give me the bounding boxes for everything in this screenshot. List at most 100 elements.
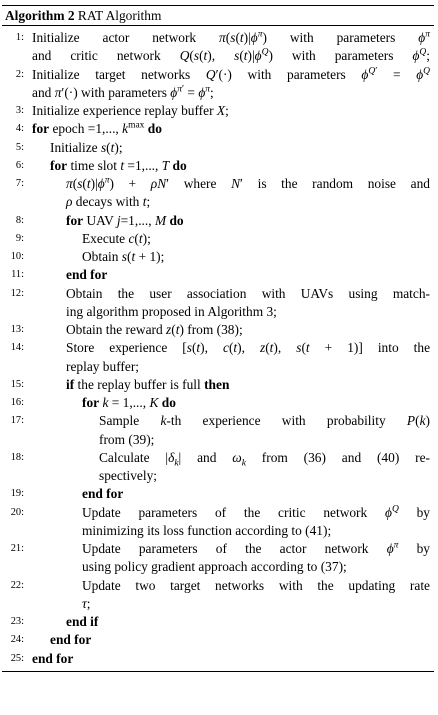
line-text: for k = 1,..., K do bbox=[82, 395, 176, 410]
line-text: end for bbox=[82, 486, 124, 502]
line-text: Obtain s(t + 1); bbox=[82, 249, 165, 264]
line-text: Initialize actor network π(s(t)|ϕπ) with… bbox=[32, 29, 430, 45]
line-number: 18: bbox=[10, 451, 24, 463]
line-text: ing algorithm proposed in Algorithm 3; bbox=[66, 303, 277, 319]
line-text: end for bbox=[50, 632, 92, 648]
algorithm-line: 2: Initialize target networks Q′(·) with… bbox=[2, 66, 434, 84]
line-text: minimizing its loss function according t… bbox=[82, 522, 332, 538]
bottom-rule bbox=[2, 670, 434, 672]
algorithm-line: 6: for time slot t =1,..., T do bbox=[2, 157, 434, 175]
algorithm-line: 20: Update parameters of the critic netw… bbox=[2, 504, 434, 522]
algorithm-line: using policy gradient approach according… bbox=[2, 558, 434, 576]
line-number: 17: bbox=[10, 415, 24, 427]
line-number: 4: bbox=[15, 123, 24, 135]
algorithm-line: ρ decays with t; bbox=[2, 193, 434, 211]
algorithm-line: 14: Store experience [s(t), c(t), z(t), … bbox=[2, 339, 434, 357]
algorithm-line: 11: end for bbox=[2, 266, 434, 284]
algorithm-line: 1: Initialize actor network π(s(t)|ϕπ) w… bbox=[2, 29, 434, 47]
algorithm-line: τ; bbox=[2, 595, 434, 613]
algorithm-line: spectively; bbox=[2, 467, 434, 485]
line-text: Initialize experience replay buffer X; bbox=[32, 103, 229, 118]
line-text: π(s(t)|ϕπ) + ρN′ where N′ is the random … bbox=[66, 175, 430, 191]
algorithm-line: 4: for epoch =1,..., kmax do bbox=[2, 120, 434, 138]
line-text: and critic network Q(s(t), s(t)|ϕQ) with… bbox=[32, 47, 431, 64]
line-number: 3: bbox=[15, 105, 24, 116]
algorithm-line: 8: for UAV j=1,..., M do bbox=[2, 212, 434, 230]
line-text: replay buffer; bbox=[66, 358, 139, 374]
algorithm-line: 12: Obtain the user association with UAV… bbox=[2, 285, 434, 303]
line-number: 5: bbox=[15, 141, 24, 153]
line-number: 2: bbox=[15, 68, 24, 80]
algorithm-block: Algorithm 2 RAT Algorithm 1: Initialize … bbox=[2, 5, 434, 672]
line-text: from (39); bbox=[99, 431, 155, 447]
line-text: Execute c(t); bbox=[82, 230, 151, 246]
line-text: Obtain the user association with UAVs us… bbox=[66, 285, 430, 301]
line-number: 12: bbox=[10, 287, 24, 299]
line-text: Update parameters of the actor network ϕ… bbox=[82, 540, 430, 556]
line-number: 19: bbox=[10, 488, 24, 500]
line-number: 16: bbox=[10, 397, 24, 408]
line-number: 23: bbox=[10, 616, 24, 627]
line-number: 9: bbox=[15, 232, 24, 244]
algorithm-line: 10: Obtain s(t + 1); bbox=[2, 248, 434, 266]
line-number: 8: bbox=[15, 214, 24, 226]
algorithm-line: 9: Execute c(t); bbox=[2, 230, 434, 248]
line-number: 25: bbox=[10, 652, 24, 664]
line-text: ρ decays with t; bbox=[66, 194, 151, 210]
line-text: end for bbox=[66, 267, 108, 283]
line-number: 7: bbox=[15, 178, 24, 189]
algorithm-line: 18: Calculate |δk| and ωk from (36) and … bbox=[2, 449, 434, 469]
algorithm-line: 25: end for bbox=[2, 650, 434, 668]
algorithm-line: from (39); bbox=[2, 431, 434, 449]
line-text: Store experience [s(t), c(t), z(t), s(t … bbox=[66, 340, 431, 356]
caption-label: Algorithm 2 bbox=[5, 8, 75, 23]
line-number: 22: bbox=[10, 579, 24, 591]
line-text: Initialize s(t); bbox=[50, 139, 123, 155]
line-text: τ; bbox=[82, 595, 91, 611]
line-number: 11: bbox=[11, 269, 24, 281]
algorithm-line: 17: Sample k-th experience with probabil… bbox=[2, 412, 434, 430]
line-number: 15: bbox=[10, 378, 24, 390]
line-text: end for bbox=[32, 650, 74, 666]
line-number: 14: bbox=[10, 342, 24, 354]
line-text: Update parameters of the critic network … bbox=[82, 504, 430, 520]
line-text: Update two target networks with the upda… bbox=[82, 577, 430, 593]
algorithm-line: 13: Obtain the reward z(t) from (38); bbox=[2, 321, 434, 339]
line-number: 6: bbox=[15, 159, 24, 171]
algorithm-line: 24: end for bbox=[2, 631, 434, 649]
line-number: 10: bbox=[10, 251, 24, 262]
caption-title: RAT Algorithm bbox=[77, 8, 162, 23]
line-number: 21: bbox=[10, 543, 24, 554]
algorithm-caption: Algorithm 2 RAT Algorithm bbox=[2, 6, 434, 25]
line-text: Sample k-th experience with probability … bbox=[99, 413, 430, 429]
algorithm-line: replay buffer; bbox=[2, 358, 434, 376]
algorithm-line: and critic network Q(s(t), s(t)|ϕQ) with… bbox=[2, 47, 434, 65]
line-text: for epoch =1,..., kmax do bbox=[32, 120, 162, 137]
algorithm-line: 3: Initialize experience replay buffer X… bbox=[2, 102, 434, 120]
algorithm-line: ing algorithm proposed in Algorithm 3; bbox=[2, 303, 434, 321]
line-text: spectively; bbox=[99, 468, 158, 483]
algorithm-line: 16: for k = 1,..., K do bbox=[2, 394, 434, 412]
algorithm-line: and π′(·) with parameters ϕπ′ = ϕπ; bbox=[2, 84, 434, 102]
algorithm-line: 22: Update two target networks with the … bbox=[2, 577, 434, 595]
line-number: 13: bbox=[10, 324, 24, 335]
line-text: and π′(·) with parameters ϕπ′ = ϕπ; bbox=[32, 84, 214, 100]
algorithm-line: 21: Update parameters of the actor netwo… bbox=[2, 540, 434, 558]
line-text: Obtain the reward z(t) from (38); bbox=[66, 322, 243, 337]
algorithm-line: 19: end for bbox=[2, 485, 434, 503]
algorithm-line: 15: if the replay buffer is full then bbox=[2, 376, 434, 394]
line-text: end if bbox=[66, 614, 99, 629]
line-number: 20: bbox=[10, 506, 24, 518]
algorithm-line: 23: end if bbox=[2, 613, 434, 631]
algorithm-line: 7: π(s(t)|ϕπ) + ρN′ where N′ is the rand… bbox=[2, 175, 434, 193]
line-text: Initialize target networks Q′(·) with pa… bbox=[32, 66, 431, 82]
line-text: for UAV j=1,..., M do bbox=[66, 212, 184, 228]
line-text: Calculate |δk| and ωk from (36) and (40)… bbox=[99, 449, 430, 469]
algorithm-line: 5: Initialize s(t); bbox=[2, 139, 434, 157]
line-number: 1: bbox=[15, 32, 24, 43]
line-number: 24: bbox=[10, 634, 24, 646]
line-text: using policy gradient approach according… bbox=[82, 559, 347, 575]
algorithm-body: 1: Initialize actor network π(s(t)|ϕπ) w… bbox=[2, 26, 434, 668]
line-text: if the replay buffer is full then bbox=[66, 376, 230, 392]
line-text: for time slot t =1,..., T do bbox=[50, 157, 187, 173]
